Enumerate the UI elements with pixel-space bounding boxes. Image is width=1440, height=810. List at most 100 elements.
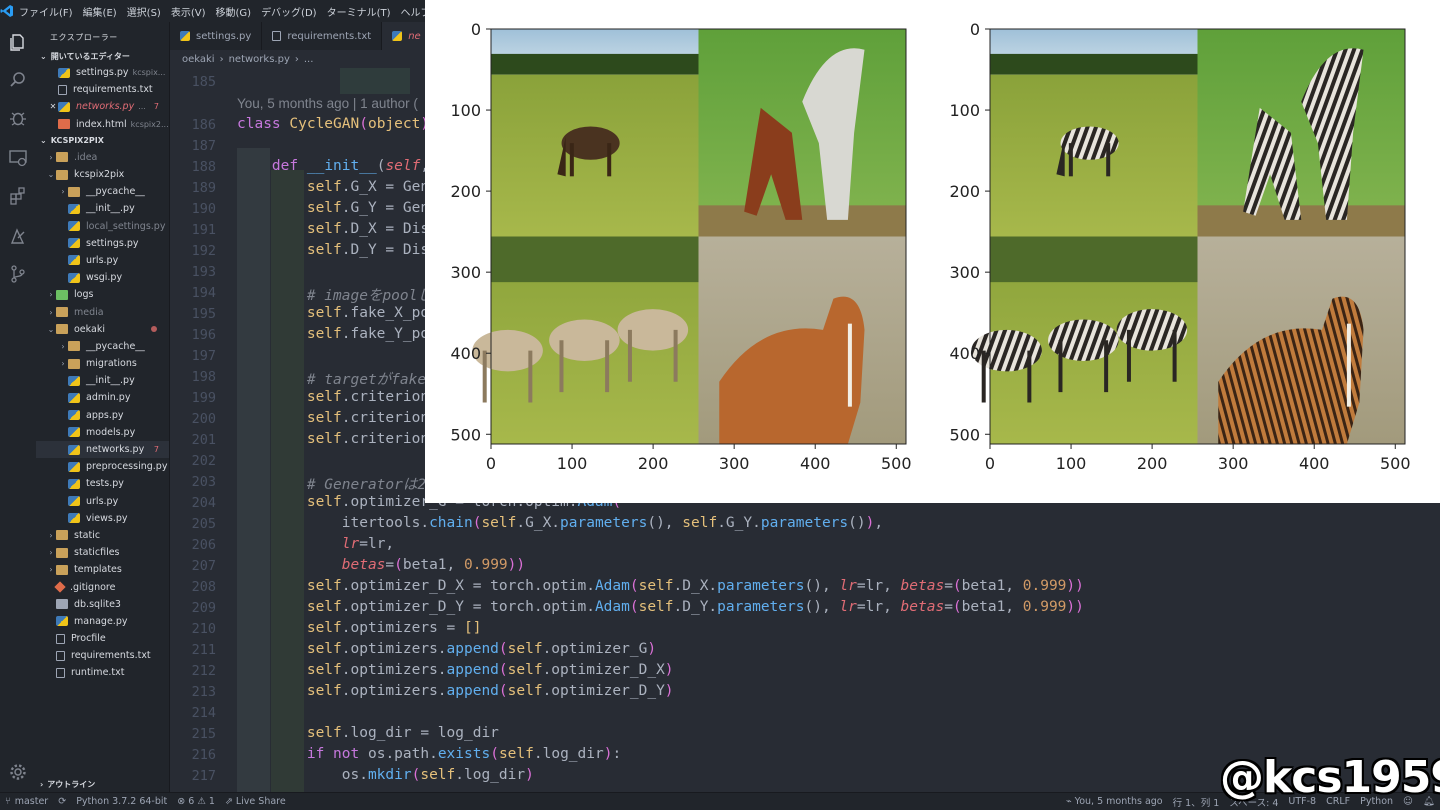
explorer-icon[interactable]: [8, 32, 28, 52]
file-item[interactable]: wsgi.py: [36, 269, 169, 286]
branch-indicator[interactable]: ⑂ master: [0, 796, 53, 807]
code-line[interactable]: def __init__(self,: [237, 158, 429, 174]
menu-item[interactable]: デバッグ(D): [256, 4, 322, 19]
code-line[interactable]: self.optimizers.append(self.optimizer_D_…: [237, 662, 674, 678]
code-line[interactable]: self.G_X = Gen: [237, 179, 429, 195]
file-item[interactable]: .gitignore: [36, 578, 169, 595]
line-number: 216: [191, 747, 216, 763]
line-number: 186: [191, 117, 216, 133]
code-line[interactable]: betas=(beta1, 0.999)): [237, 557, 525, 573]
file-item[interactable]: apps.py: [36, 407, 169, 424]
code-line[interactable]: self.criterion: [237, 389, 429, 405]
folder-item[interactable]: › static: [36, 527, 169, 544]
file-item[interactable]: local_settings.py: [36, 218, 169, 235]
debug-icon[interactable]: [8, 108, 28, 128]
code-line[interactable]: self.optimizer_D_X = torch.optim.Adam(se…: [237, 578, 1084, 594]
code-line[interactable]: self.optimizer_D_Y = torch.optim.Adam(se…: [237, 599, 1084, 615]
breadcrumb-item[interactable]: networks.py: [229, 54, 290, 65]
breadcrumb-item[interactable]: oekaki: [182, 54, 215, 65]
file-item[interactable]: manage.py: [36, 613, 169, 630]
folder-item[interactable]: › staticfiles: [36, 544, 169, 561]
code-line[interactable]: self.optimizers = []: [237, 620, 482, 636]
code-line[interactable]: if not os.path.exists(self.log_dir):: [237, 746, 621, 762]
liveshare-button[interactable]: ⇗ Live Share: [220, 796, 291, 807]
menu-item[interactable]: 編集(E): [78, 4, 122, 19]
breadcrumb: oekaki › networks.py ›...: [170, 50, 425, 68]
menu-item[interactable]: 表示(V): [166, 4, 211, 19]
file-item[interactable]: settings.py: [36, 235, 169, 252]
file-item[interactable]: Procfile: [36, 630, 169, 647]
file-item[interactable]: requirements.txt: [36, 647, 169, 664]
extensions-icon[interactable]: [8, 186, 28, 206]
open-editor-item[interactable]: settings.py kcspix...: [36, 64, 169, 81]
code-line[interactable]: itertools.chain(self.G_X.parameters(), s…: [237, 515, 883, 531]
file-item[interactable]: admin.py: [36, 389, 169, 406]
source-control-icon[interactable]: [8, 264, 28, 284]
file-item[interactable]: models.py: [36, 424, 169, 441]
file-item[interactable]: preprocessing.py: [36, 458, 169, 475]
folder-item[interactable]: › templates: [36, 561, 169, 578]
code-line[interactable]: self.log_dir = log_dir: [237, 725, 499, 741]
menu-item[interactable]: 移動(G): [211, 4, 257, 19]
tree-item-label: __pycache__: [86, 340, 145, 352]
git-blame-status[interactable]: ⌁ You, 5 months ago: [1061, 796, 1168, 807]
code-line[interactable]: self.optimizers.append(self.optimizer_D_…: [237, 683, 674, 699]
gear-icon[interactable]: [8, 762, 28, 782]
line-number: 217: [191, 768, 216, 784]
code-line[interactable]: # Generatorは2: [237, 473, 426, 494]
open-editor-item[interactable]: index.html kcspix2...: [36, 116, 169, 133]
python-interpreter[interactable]: Python 3.7.2 64-bit: [71, 796, 172, 807]
file-item[interactable]: networks.py 7: [36, 440, 169, 459]
code-line[interactable]: class CycleGAN(object): [237, 116, 429, 132]
code-line[interactable]: self.D_Y = Dis: [237, 242, 429, 258]
open-editors-header[interactable]: ⌄ 開いているエディター: [36, 48, 169, 64]
editor-tab[interactable]: requirements.txt: [262, 22, 383, 50]
tree-item-label: models.py: [86, 426, 136, 438]
folder-item[interactable]: › media: [36, 303, 169, 320]
search-icon[interactable]: [8, 70, 28, 90]
folder-item[interactable]: ⌄ oekaki: [36, 321, 169, 338]
outline-header[interactable]: › アウトライン: [36, 776, 170, 792]
file-item[interactable]: runtime.txt: [36, 664, 169, 681]
code-line[interactable]: lr=lr,: [237, 536, 394, 552]
file-item[interactable]: db.sqlite3: [36, 596, 169, 613]
menu-item[interactable]: 選択(S): [122, 4, 166, 19]
file-item[interactable]: __init__.py: [36, 200, 169, 217]
code-line[interactable]: # imageをpoolし: [237, 284, 432, 305]
folder-item[interactable]: › __pycache__: [36, 183, 169, 200]
sync-icon[interactable]: ⟳: [53, 796, 71, 807]
problems-indicator[interactable]: ⊗ 6 ⚠ 1: [172, 796, 220, 807]
open-editor-item[interactable]: ✕ networks.py... 7: [36, 98, 169, 115]
close-icon[interactable]: ✕: [48, 102, 58, 111]
breadcrumb-item[interactable]: ...: [304, 54, 314, 65]
menu-item[interactable]: ファイル(F): [14, 4, 78, 19]
open-editor-item[interactable]: requirements.txt: [36, 81, 169, 98]
code-line[interactable]: self.G_Y = Gen: [237, 200, 429, 216]
file-item[interactable]: __init__.py: [36, 372, 169, 389]
code-line[interactable]: os.mkdir(self.log_dir): [237, 767, 534, 783]
folder-item[interactable]: › logs: [36, 286, 169, 303]
code-line[interactable]: self.fake_X_po: [237, 305, 429, 321]
project-header[interactable]: ⌄ KCSPIX2PIX: [36, 133, 169, 149]
remote-explorer-icon[interactable]: [8, 148, 28, 168]
code-line[interactable]: # targetがfake: [237, 368, 426, 389]
folder-item[interactable]: › __pycache__: [36, 338, 169, 355]
code-line[interactable]: self.D_X = Dis: [237, 221, 429, 237]
testing-icon[interactable]: [8, 226, 28, 246]
code-line[interactable]: self.criterion: [237, 410, 429, 426]
editor-tab[interactable]: settings.py: [170, 22, 263, 50]
folder-item[interactable]: › .idea: [36, 149, 169, 166]
file-item[interactable]: tests.py: [36, 475, 169, 492]
file-item[interactable]: urls.py: [36, 252, 169, 269]
line-number: 209: [191, 600, 216, 616]
code-line[interactable]: self.optimizers.append(self.optimizer_G): [237, 641, 656, 657]
folder-item[interactable]: › migrations: [36, 355, 169, 372]
folder-item[interactable]: ⌄ kcspix2pix: [36, 166, 169, 183]
cursor-position[interactable]: 行 1、列 1: [1168, 795, 1225, 809]
menu-item[interactable]: ターミナル(T): [322, 4, 396, 19]
code-line[interactable]: self.criterion: [237, 431, 429, 447]
code-line[interactable]: self.fake_Y_po: [237, 326, 429, 342]
git-file-icon: [54, 581, 66, 593]
file-item[interactable]: urls.py: [36, 493, 169, 510]
file-item[interactable]: views.py: [36, 510, 169, 527]
